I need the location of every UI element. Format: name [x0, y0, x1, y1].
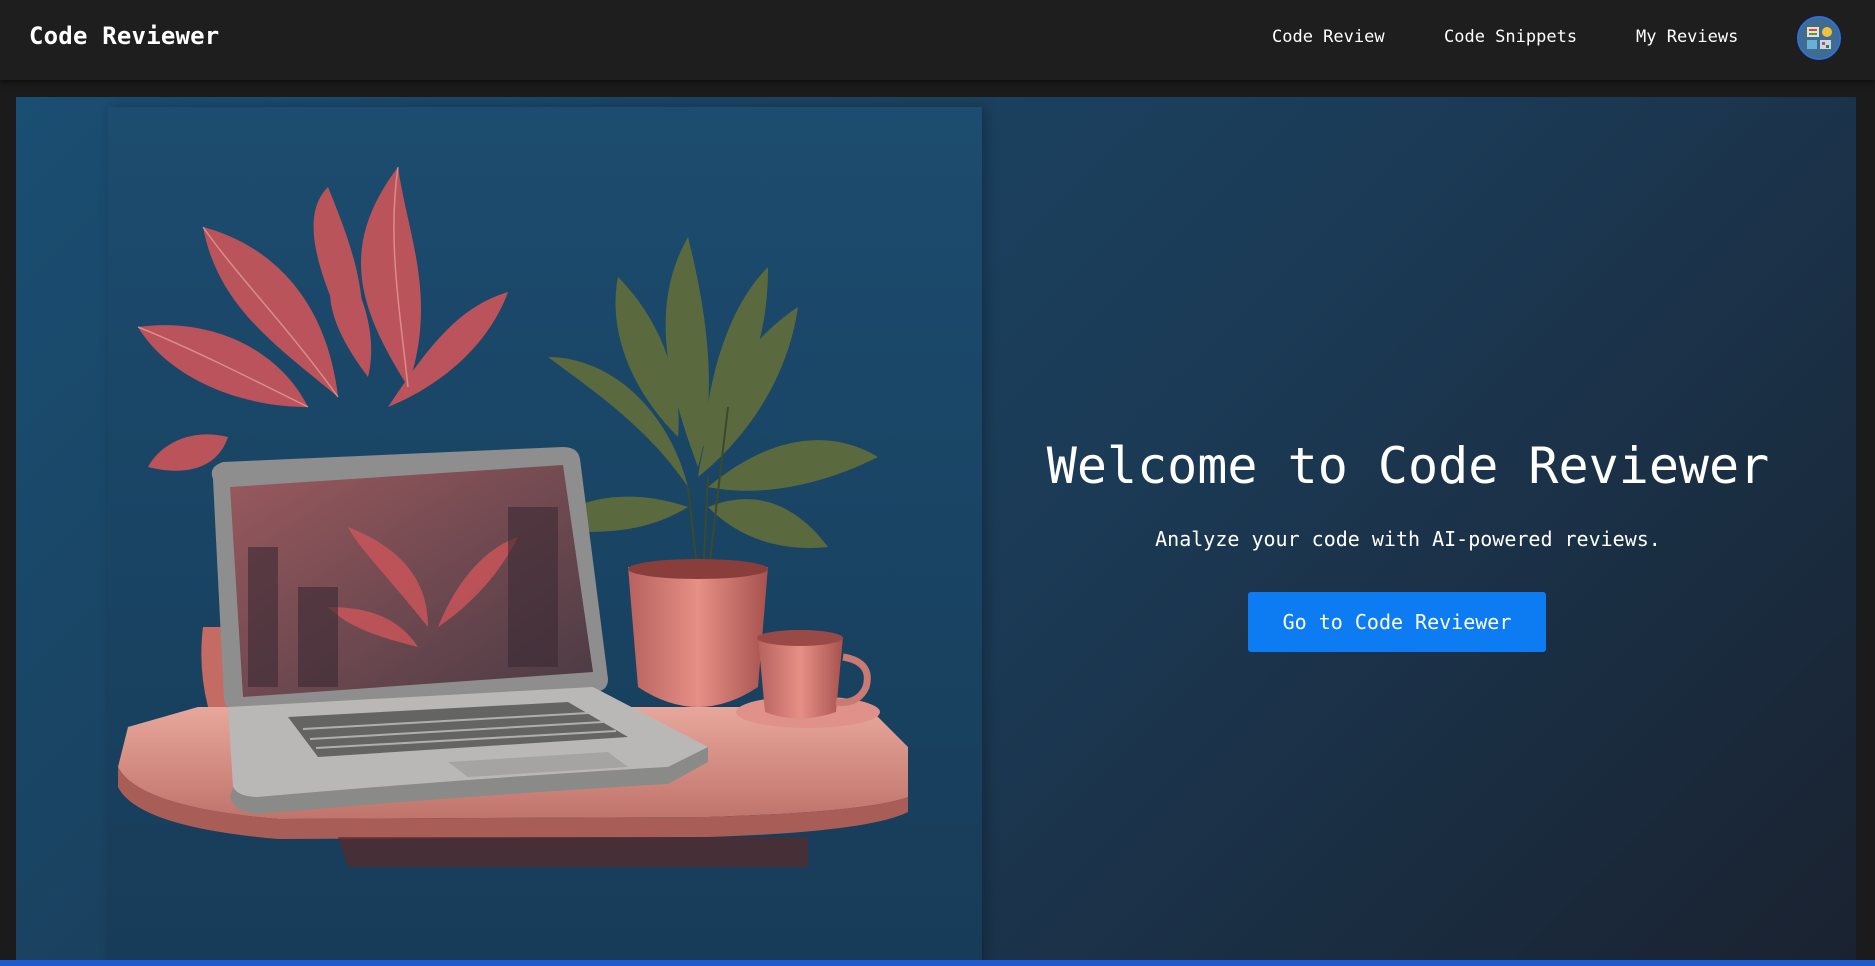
hero-text-block: Welcome to Code Reviewer Analyze your co…: [1008, 97, 1808, 966]
nav-link-my-reviews[interactable]: My Reviews: [1636, 27, 1738, 47]
hero-image-card: [108, 107, 982, 966]
top-navbar: Code Reviewer Code Review Code Snippets …: [0, 0, 1875, 80]
brand-logo-text[interactable]: Code Reviewer: [29, 22, 219, 50]
user-avatar-icon[interactable]: [1797, 16, 1841, 60]
hero-section: Welcome to Code Reviewer Analyze your co…: [16, 97, 1856, 966]
hero-title: Welcome to Code Reviewer: [1046, 437, 1770, 495]
hero-subtitle: Analyze your code with AI-powered review…: [1155, 527, 1661, 551]
go-to-code-reviewer-button[interactable]: Go to Code Reviewer: [1248, 592, 1546, 652]
bottom-accent-bar: [0, 960, 1875, 966]
nav-link-code-review[interactable]: Code Review: [1272, 27, 1385, 47]
nav-link-code-snippets[interactable]: Code Snippets: [1444, 27, 1577, 47]
laptop-with-plants-illustration: [118, 166, 908, 867]
